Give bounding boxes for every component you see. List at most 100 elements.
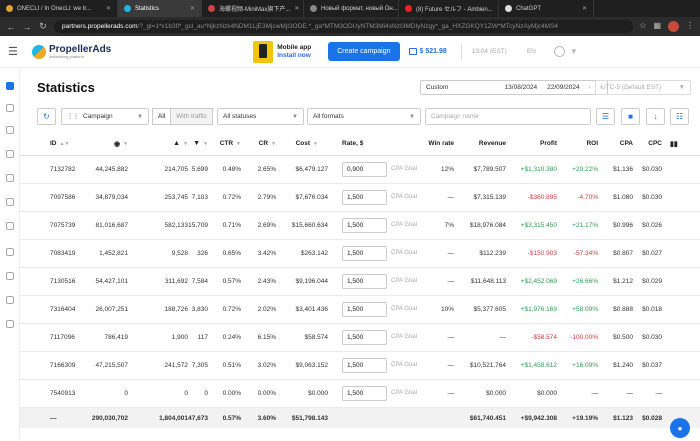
sidebar-finance-icon[interactable] bbox=[6, 174, 14, 182]
chat-button[interactable]: ● bbox=[670, 418, 690, 438]
sidebar-audience-icon[interactable] bbox=[6, 150, 14, 158]
table-row[interactable]: 7540913 0 0 0 0.00% 0.00% $0.000— $0.000 $0.000—… bbox=[20, 380, 700, 408]
sidebar-support-icon[interactable] bbox=[6, 272, 14, 280]
col-cr[interactable]: CR ▼ bbox=[242, 132, 276, 155]
cell-id[interactable]: 7117096 bbox=[50, 324, 90, 351]
browser-tab[interactable]: Statistics ✕ bbox=[118, 0, 202, 17]
back-icon[interactable]: ← bbox=[6, 22, 16, 32]
create-campaign-button[interactable]: Create campaign bbox=[328, 42, 400, 61]
url-path: /?_gl=1*x1b3fl*_gcl_au*NjkzNzk4NDM1LjE3M… bbox=[137, 23, 559, 30]
notification-icon[interactable]: ▼ bbox=[570, 47, 578, 56]
browser-tab[interactable]: ChatGPT ✕ bbox=[499, 0, 594, 17]
cell-id[interactable]: 7075739 bbox=[50, 212, 90, 239]
sidebar-help-icon[interactable] bbox=[6, 248, 14, 256]
rate-input[interactable]: 1,500 bbox=[342, 357, 387, 373]
group-by-select[interactable]: ⋮⋮ Campaign ▼ bbox=[61, 108, 149, 125]
folder-button[interactable]: ■ bbox=[621, 108, 640, 125]
rate-input[interactable]: 1,500 bbox=[342, 329, 387, 345]
star-icon[interactable]: ☆ bbox=[639, 21, 646, 32]
download-button[interactable]: ↓ bbox=[646, 108, 665, 125]
col-rate[interactable]: Rate, $ bbox=[342, 132, 392, 155]
install-now-link[interactable]: Install now bbox=[277, 52, 311, 59]
sidebar-tools-icon[interactable] bbox=[6, 198, 14, 206]
cell-id[interactable]: 7130516 bbox=[50, 268, 90, 295]
rate-input[interactable]: 1,500 bbox=[342, 217, 387, 233]
browser-tab[interactable]: (8) Future セルフ - Ambien...✕ bbox=[399, 0, 499, 17]
filter-button[interactable]: ☰ bbox=[596, 108, 615, 125]
close-tab-icon[interactable]: ✕ bbox=[190, 5, 195, 12]
col-revenue[interactable]: Revenue bbox=[460, 132, 506, 155]
traffic-toggle[interactable]: All With traffic bbox=[152, 108, 213, 125]
table-row[interactable]: 7130516 54,427,101 311,692 7,584 0.57% 2.43% $… bbox=[20, 268, 700, 296]
table-row[interactable]: 7083419 1,452,821 9,528 326 0.65% 3.42% $263.1… bbox=[20, 240, 700, 268]
seg-all[interactable]: All bbox=[152, 108, 172, 125]
sidebar-favorites-icon[interactable] bbox=[6, 320, 14, 328]
rate-input[interactable]: 1,500 bbox=[342, 301, 387, 317]
rate-input[interactable]: 0,900 bbox=[342, 161, 387, 177]
close-tab-icon[interactable]: ✕ bbox=[582, 5, 587, 12]
table-row[interactable]: 7117096 786,419 1,900 117 0.24% 6.15% $58.574—… bbox=[20, 324, 700, 352]
table-row[interactable]: 7166309 47,215,507 241,572 7,305 0.51% 3.02% $… bbox=[20, 352, 700, 380]
columns-button[interactable]: ☷ bbox=[670, 108, 689, 125]
cell-id[interactable]: 7083419 bbox=[50, 240, 90, 267]
reload-icon[interactable]: ↻ bbox=[38, 21, 48, 32]
close-tab-icon[interactable]: ✕ bbox=[294, 5, 299, 12]
rate-input[interactable]: 1,500 bbox=[342, 189, 387, 205]
col-impressions[interactable]: ◉ ▼ bbox=[88, 132, 128, 155]
language-selector[interactable]: EN bbox=[527, 48, 536, 55]
col-profit[interactable]: Profit bbox=[515, 132, 557, 155]
status-select[interactable]: All statuses ▼ bbox=[217, 108, 304, 125]
forward-icon[interactable]: → bbox=[22, 22, 32, 32]
sidebar-campaigns-icon[interactable] bbox=[6, 104, 14, 112]
table-row[interactable]: 7075739 81,016,687 582,133 15,709 0.71% 2.69%… bbox=[20, 212, 700, 240]
sidebar-dashboard-icon[interactable] bbox=[6, 82, 14, 90]
rate-cell: 1,500 CPA Goal bbox=[342, 240, 422, 267]
table-row[interactable]: 7132782 44,245,882 214,705 5,699 0.48% 2.65% $… bbox=[20, 156, 700, 184]
table-row[interactable]: 7316404 26,007,251 188,726 3,830 0.72% 2.02% $… bbox=[20, 296, 700, 324]
col-id[interactable]: ID ▲▼ bbox=[50, 132, 90, 155]
col-cpa[interactable]: CPA bbox=[605, 132, 633, 155]
header-divider bbox=[460, 43, 462, 60]
hamburger-icon[interactable]: ☰ bbox=[8, 45, 26, 58]
prev-period-icon[interactable]: ‹ bbox=[589, 84, 591, 91]
user-icon[interactable] bbox=[553, 46, 565, 57]
sidebar-referral-icon[interactable] bbox=[6, 296, 14, 304]
menu-icon[interactable]: ⋮ bbox=[686, 21, 694, 32]
col-ctr[interactable]: CTR ▼ bbox=[210, 132, 241, 155]
seg-with-traffic[interactable]: With traffic bbox=[171, 108, 213, 125]
sidebar-statistics-icon[interactable] bbox=[6, 126, 14, 134]
refresh-button[interactable]: ↻ bbox=[37, 108, 56, 125]
rate-input[interactable]: 1,500 bbox=[342, 245, 387, 261]
campaign-name-input[interactable]: Campaign name bbox=[425, 108, 591, 125]
profile-avatar[interactable] bbox=[668, 21, 679, 32]
cell-id[interactable]: 7097586 bbox=[50, 184, 90, 211]
browser-tab[interactable]: ONECLI / In OnecLi: we tr... ✕ bbox=[0, 0, 118, 17]
col-cpc[interactable]: CPC bbox=[638, 132, 662, 155]
cell-profit: +$1,458.612 bbox=[520, 361, 557, 369]
address-bar[interactable]: partners.propellerads.com /?_gl=1*x1b3fl… bbox=[54, 20, 634, 33]
date-range-picker[interactable]: Custom 13/08/2024 22/09/2024 ‹ › bbox=[420, 80, 608, 95]
sidebar-api-icon[interactable] bbox=[6, 222, 14, 230]
col-cost[interactable]: Cost ▼ bbox=[280, 132, 318, 155]
logo[interactable]: PropellerAds advertising platform bbox=[32, 44, 111, 59]
browser-tab[interactable]: 海螺视频-MiniMax旗下产... ✕ bbox=[202, 0, 304, 17]
cell-id[interactable]: 7316404 bbox=[50, 296, 90, 323]
col-roi[interactable]: ROI bbox=[568, 132, 598, 155]
col-conversions[interactable]: ▼ ▼ bbox=[180, 132, 208, 155]
close-tab-icon[interactable]: ✕ bbox=[106, 5, 111, 12]
col-winrate[interactable]: Win rate bbox=[420, 132, 454, 155]
balance[interactable]: $ 521.98 bbox=[408, 48, 447, 55]
col-extra[interactable]: ▮▮ bbox=[670, 132, 690, 155]
cell-id[interactable]: 7540913 bbox=[50, 380, 90, 407]
rate-input[interactable]: 1,500 bbox=[342, 273, 387, 289]
table-row[interactable]: 7097586 34,879,034 253,745 7,103 0.72% 2.79% $… bbox=[20, 184, 700, 212]
browser-tab[interactable]: Новый формат, новый Он...✕ bbox=[304, 0, 399, 17]
cell-id[interactable]: 7166309 bbox=[50, 352, 90, 379]
cell-profit: +$3,315.450 bbox=[520, 221, 557, 229]
extensions-icon[interactable]: ▦ bbox=[653, 21, 661, 32]
cell-id[interactable]: 7132782 bbox=[50, 156, 90, 183]
formats-select[interactable]: All formats ▼ bbox=[307, 108, 421, 125]
timezone-select[interactable]: UTC-5 (Default EST) ▼ bbox=[595, 80, 691, 95]
mobile-app-promo[interactable]: Mobile app Install now bbox=[253, 40, 311, 63]
rate-input[interactable]: 1,500 bbox=[342, 385, 387, 401]
